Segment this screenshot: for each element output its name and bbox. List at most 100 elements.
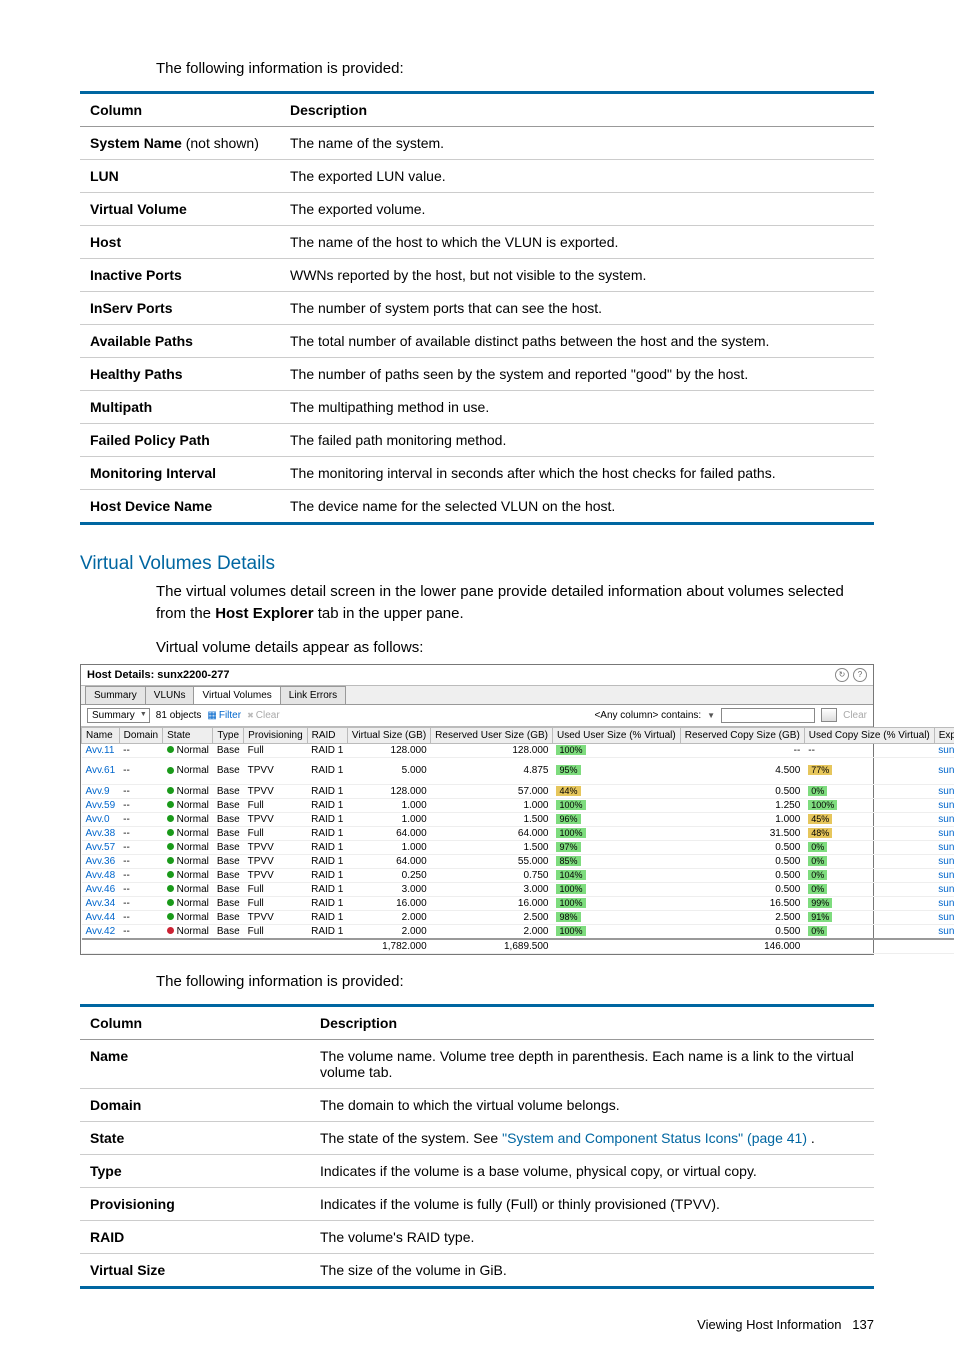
grid-row[interactable]: Avv.46--NormalBaseFullRAID 13.0003.00010…	[82, 882, 954, 896]
anycolumn-label: <Any column> contains:	[594, 710, 701, 721]
grid-row[interactable]: Avv.11--NormalBaseFullRAID 1128.000128.0…	[82, 743, 954, 757]
grid-row[interactable]: Avv.48--NormalBaseTPVVRAID 10.2500.75010…	[82, 868, 954, 882]
status-dot-icon	[167, 746, 174, 753]
column-description: The volume name. Volume tree depth in pa…	[310, 1039, 874, 1088]
grid-row[interactable]: Avv.44--NormalBaseTPVVRAID 12.0002.50098…	[82, 910, 954, 924]
tab-link-errors[interactable]: Link Errors	[280, 686, 346, 704]
grid-row[interactable]: Avv.57--NormalBaseTPVVRAID 11.0001.50097…	[82, 840, 954, 854]
usage-bar: 100%	[556, 884, 585, 894]
exported-to-link[interactable]: sunx2200-277	[938, 828, 954, 839]
filter-icon	[207, 710, 218, 721]
grid-row[interactable]: Avv.34--NormalBaseFullRAID 116.00016.000…	[82, 896, 954, 910]
grid-header[interactable]: Reserved Copy Size (GB)	[680, 727, 804, 743]
column-name: Available Paths	[90, 333, 193, 349]
status-dot-icon	[167, 767, 174, 774]
exported-to-link[interactable]: sunx2200-277	[938, 898, 954, 909]
grid-header[interactable]: Used User Size (% Virtual)	[552, 727, 680, 743]
grid-row[interactable]: Avv.36--NormalBaseTPVVRAID 164.00055.000…	[82, 854, 954, 868]
column-description: The size of the volume in GiB.	[310, 1253, 874, 1287]
exported-to-link[interactable]: sunx2200-277	[938, 765, 954, 776]
column-name: System Name	[90, 135, 182, 151]
status-dot-icon	[167, 815, 174, 822]
volume-link[interactable]: Avv.38	[86, 828, 116, 839]
exported-to-link[interactable]: sunx2200-277	[938, 814, 954, 825]
filter-button[interactable]: Filter	[207, 710, 241, 721]
grid-row[interactable]: Avv.38--NormalBaseFullRAID 164.00064.000…	[82, 826, 954, 840]
help-icon[interactable]: ?	[853, 668, 867, 682]
copy-usage-bar: 45%	[808, 814, 832, 824]
section-heading: Virtual Volumes Details	[80, 553, 874, 575]
status-dot-icon	[167, 829, 174, 836]
exported-to-link[interactable]: sunx2200-277	[938, 926, 954, 937]
grid-header[interactable]: Used Copy Size (% Virtual)	[804, 727, 934, 743]
clear-button-2[interactable]: Clear	[843, 710, 867, 721]
grid-header[interactable]: Reserved User Size (GB)	[431, 727, 553, 743]
filter-input[interactable]	[721, 708, 815, 723]
volume-link[interactable]: Avv.0	[86, 814, 110, 825]
grid-row[interactable]: Avv.59--NormalBaseFullRAID 11.0001.00010…	[82, 798, 954, 812]
volume-link[interactable]: Avv.48	[86, 870, 116, 881]
tab-vluns[interactable]: VLUNs	[145, 686, 195, 704]
grid-header[interactable]: RAID	[307, 727, 347, 743]
volume-link[interactable]: Avv.11	[86, 745, 115, 756]
column-description: The exported LUN value.	[280, 160, 874, 193]
exported-to-link[interactable]: sunx2200-277	[938, 856, 954, 867]
exported-to-link[interactable]: sunx2200-277	[938, 870, 954, 881]
grid-row[interactable]: Avv.0--NormalBaseTPVVRAID 11.0001.50096%…	[82, 812, 954, 826]
grid-row[interactable]: Avv.61--NormalBaseTPVVRAID 15.0004.87595…	[82, 757, 954, 784]
grid-header[interactable]: Provisioning	[244, 727, 307, 743]
totals-cell: 146.000	[680, 939, 804, 954]
copy-usage-bar: 0%	[808, 842, 827, 852]
grid-row[interactable]: Avv.42--NormalBaseFullRAID 12.0002.00010…	[82, 924, 954, 939]
exported-to-link[interactable]: sunx2200-277	[938, 884, 954, 895]
exported-to-link[interactable]: sunx2200-277	[938, 745, 954, 756]
usage-bar: 97%	[556, 842, 580, 852]
volume-link[interactable]: Avv.36	[86, 856, 116, 867]
column-description: The domain to which the virtual volume b…	[310, 1088, 874, 1121]
column-description: The exported volume.	[280, 193, 874, 226]
view-dropdown[interactable]: Summary	[87, 708, 150, 723]
column-description-table-2: Column Description NameThe volume name. …	[80, 1004, 874, 1289]
tab-virtual-volumes[interactable]: Virtual Volumes	[193, 686, 280, 704]
anycolumn-dropdown-icon[interactable]: ▼	[707, 711, 715, 720]
status-dot-icon	[167, 927, 174, 934]
grid-header[interactable]: Exported To	[934, 727, 954, 743]
volume-link[interactable]: Avv.59	[86, 800, 116, 811]
volume-link[interactable]: Avv.9	[86, 786, 110, 797]
copy-usage-bar: 0%	[808, 870, 827, 880]
grid-header[interactable]: Name	[82, 727, 120, 743]
copy-usage-bar: 99%	[808, 898, 832, 908]
volume-link[interactable]: Avv.61	[86, 765, 116, 776]
exported-to-link[interactable]: sunx2200-277	[938, 912, 954, 923]
volume-link[interactable]: Avv.57	[86, 842, 116, 853]
volume-link[interactable]: Avv.44	[86, 912, 116, 923]
clear-filter-button[interactable]: Clear	[247, 710, 280, 721]
volume-link[interactable]: Avv.46	[86, 884, 116, 895]
grid-header[interactable]: Type	[213, 727, 244, 743]
grid-header[interactable]: State	[163, 727, 213, 743]
footer-label: Viewing Host Information	[697, 1317, 841, 1332]
exported-to-link[interactable]: sunx2200-277	[938, 842, 954, 853]
usage-bar: 100%	[556, 828, 585, 838]
volume-link[interactable]: Avv.42	[86, 926, 116, 937]
tab-summary[interactable]: Summary	[85, 686, 146, 704]
exported-to-link[interactable]: sunx2200-277	[938, 800, 954, 811]
volume-link[interactable]: Avv.34	[86, 898, 116, 909]
column-description: Indicates if the volume is a base volume…	[310, 1154, 874, 1187]
exported-to-link[interactable]: sunx2200-277	[938, 786, 954, 797]
grid-header[interactable]: Virtual Size (GB)	[347, 727, 430, 743]
section-paragraph-1: The virtual volumes detail screen in the…	[156, 581, 874, 625]
totals-cell	[934, 939, 954, 954]
grid-header[interactable]: Domain	[119, 727, 162, 743]
columns-icon[interactable]	[821, 708, 837, 722]
column-name: Provisioning	[90, 1196, 175, 1212]
grid-row[interactable]: Avv.9--NormalBaseTPVVRAID 1128.00057.000…	[82, 784, 954, 798]
refresh-icon[interactable]: ↻	[835, 668, 849, 682]
tab-bar: SummaryVLUNsVirtual VolumesLink Errors	[81, 686, 873, 705]
cross-reference-link[interactable]: "System and Component Status Icons" (pag…	[502, 1130, 807, 1146]
column-name: Healthy Paths	[90, 366, 183, 382]
column-name: State	[90, 1130, 124, 1146]
para1-bold: Host Explorer	[215, 605, 313, 622]
totals-cell	[119, 939, 162, 954]
column-description: Indicates if the volume is fully (Full) …	[310, 1187, 874, 1220]
